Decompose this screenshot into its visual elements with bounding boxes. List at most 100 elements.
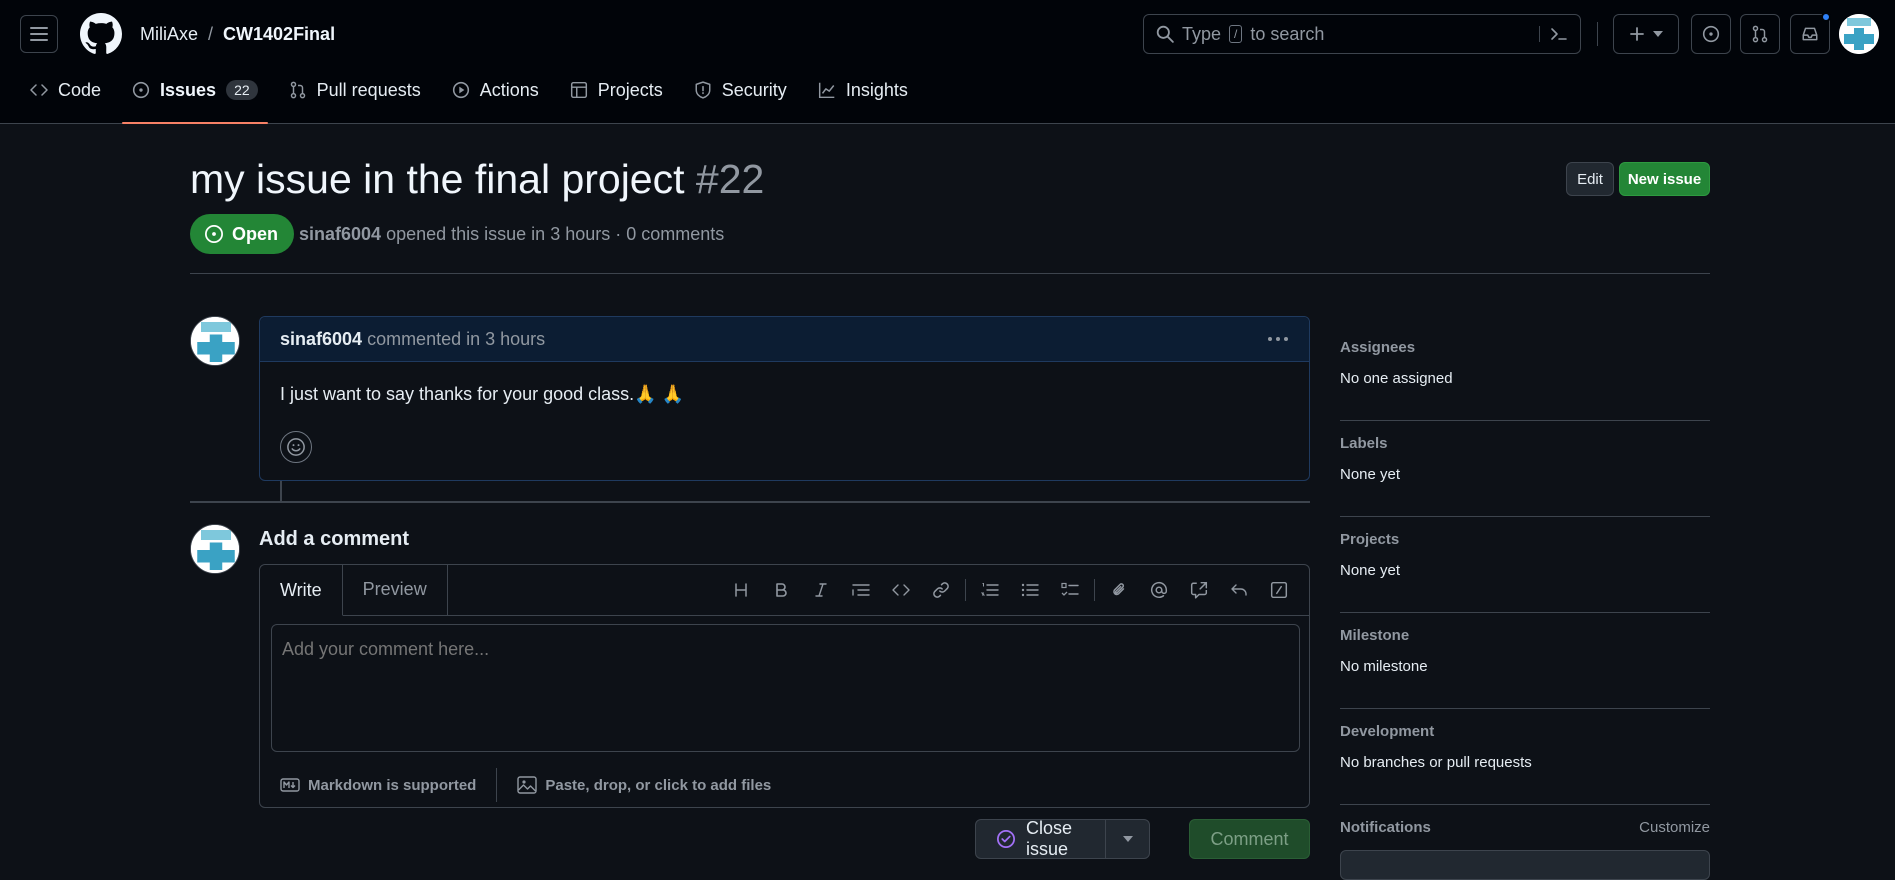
tab-label: Actions: [479, 79, 539, 100]
tab-insights[interactable]: Insights: [808, 67, 918, 123]
breadcrumb-separator: /: [208, 23, 214, 44]
repo-owner-link[interactable]: MiliAxe: [140, 24, 198, 45]
sidebar-heading[interactable]: Assignees: [1340, 339, 1710, 356]
graph-icon: [818, 81, 836, 99]
paperclip-icon[interactable]: [1099, 573, 1139, 607]
ordered-list-icon[interactable]: [970, 573, 1010, 607]
triangle-down-icon: [1122, 836, 1133, 842]
sidebar-value: No branches or pull requests: [1340, 754, 1532, 771]
play-icon: [452, 81, 470, 99]
add-reaction-button[interactable]: [280, 431, 312, 463]
issues-shortcut-button[interactable]: [1691, 14, 1731, 54]
new-issue-button[interactable]: New issue: [1619, 162, 1710, 196]
mention-icon[interactable]: [1139, 573, 1179, 607]
tab-label: Security: [721, 79, 787, 100]
subscribe-button[interactable]: [1340, 850, 1710, 880]
repo-name-link[interactable]: CW1402Final: [223, 24, 335, 45]
heading-icon[interactable]: [721, 573, 761, 607]
sidebar-value: No one assigned: [1340, 370, 1453, 387]
menu-button[interactable]: [20, 15, 58, 53]
comment-body: I just want to say thanks for your good …: [280, 384, 684, 404]
search-input[interactable]: Type / to search: [1143, 14, 1581, 54]
tab-projects[interactable]: Projects: [560, 67, 673, 123]
status-badge: Open: [190, 214, 295, 254]
smiley-icon: [286, 437, 306, 457]
footer-divider: [496, 768, 498, 802]
shield-icon: [694, 81, 712, 99]
tab-label: Insights: [845, 79, 908, 100]
customize-notifications-link[interactable]: Customize: [1639, 819, 1710, 836]
toolbar-divider: [965, 579, 966, 601]
editor-footer: Markdown is supported Paste, drop, or cl…: [260, 763, 1309, 807]
issue-closed-icon: [996, 829, 1016, 849]
close-issue-button[interactable]: Close issue: [976, 818, 1105, 860]
tab-security[interactable]: Security: [684, 67, 797, 123]
comment-submit-button[interactable]: Comment: [1189, 819, 1310, 859]
sidebar-heading[interactable]: Milestone: [1340, 627, 1710, 644]
sidebar-heading: Notifications Customize: [1340, 819, 1710, 836]
tab-write[interactable]: Write: [260, 565, 343, 616]
timeline-divider: [190, 501, 1310, 503]
sidebar-milestone: Milestone No milestone: [1340, 613, 1710, 709]
slash-command-icon[interactable]: [1259, 573, 1299, 607]
markdown-icon: [280, 778, 300, 792]
close-issue-options-button[interactable]: [1105, 820, 1149, 858]
git-pull-request-icon: [289, 81, 307, 99]
header-divider: [1597, 22, 1598, 46]
comment-author-avatar[interactable]: [190, 316, 240, 366]
repo-navigation: Code Issues 22 Pull requests Actions Pro…: [0, 68, 1895, 124]
tasklist-icon[interactable]: [1050, 573, 1090, 607]
notification-indicator: [1821, 12, 1831, 22]
issue-sidebar: Assignees No one assigned Labels None ye…: [1340, 325, 1710, 880]
sidebar-heading[interactable]: Labels: [1340, 435, 1710, 452]
pull-requests-shortcut-button[interactable]: [1740, 14, 1780, 54]
tab-pull-requests[interactable]: Pull requests: [279, 67, 431, 123]
header-divider-line: [190, 273, 1710, 274]
sidebar-assignees: Assignees No one assigned: [1340, 325, 1710, 421]
markdown-help-link[interactable]: Markdown is supported: [280, 777, 476, 794]
table-icon: [570, 81, 588, 99]
tab-preview[interactable]: Preview: [343, 564, 448, 615]
reply-icon[interactable]: [1219, 573, 1259, 607]
breadcrumb: MiliAxe / CW1402Final: [140, 24, 335, 45]
kebab-horizontal-icon[interactable]: [1267, 336, 1289, 342]
search-shortcut-key: /: [1229, 25, 1243, 43]
status-label: Open: [232, 223, 279, 244]
code-icon[interactable]: [881, 573, 921, 607]
comment-textarea[interactable]: [271, 624, 1300, 752]
sidebar-value: None yet: [1340, 466, 1401, 483]
current-user-avatar[interactable]: [190, 524, 240, 574]
notifications-heading: Notifications: [1340, 819, 1431, 836]
unordered-list-icon[interactable]: [1010, 573, 1050, 607]
quote-icon[interactable]: [841, 573, 881, 607]
comment-author-link[interactable]: sinaf6004: [280, 329, 362, 350]
sidebar-notifications: Notifications Customize: [1340, 805, 1710, 880]
issue-meta-text: opened this issue in 3 hours · 0 comment…: [386, 224, 725, 244]
sidebar-heading[interactable]: Projects: [1340, 531, 1710, 548]
italic-icon[interactable]: [801, 573, 841, 607]
edit-title-button[interactable]: Edit: [1566, 162, 1614, 196]
plus-icon: [1629, 26, 1645, 42]
link-icon[interactable]: [921, 573, 961, 607]
inbox-icon: [1801, 25, 1819, 43]
user-avatar[interactable]: [1839, 14, 1879, 54]
issue-opened-icon: [132, 81, 150, 99]
tab-actions[interactable]: Actions: [442, 67, 549, 123]
tab-issues[interactable]: Issues 22: [122, 67, 268, 124]
tab-code[interactable]: Code: [20, 67, 111, 123]
create-new-button[interactable]: [1613, 14, 1679, 54]
issue-author-link[interactable]: sinaf6004: [299, 224, 381, 244]
tab-label: Projects: [597, 79, 663, 100]
github-logo-icon[interactable]: [80, 13, 122, 55]
bold-icon[interactable]: [761, 573, 801, 607]
sidebar-heading[interactable]: Development: [1340, 723, 1710, 740]
attach-files-button[interactable]: Paste, drop, or click to add files: [517, 776, 771, 794]
issues-count-badge: 22: [226, 80, 258, 100]
attach-note: Paste, drop, or click to add files: [545, 776, 772, 794]
comment-editor: Write Preview Markdown is supported: [259, 564, 1310, 808]
issue-comment: sinaf6004 commented in 3 hours I just wa…: [259, 316, 1310, 481]
command-palette-icon[interactable]: [1539, 26, 1568, 42]
comment-time[interactable]: commented in 3 hours: [367, 329, 545, 350]
close-issue-label: Close issue: [1026, 818, 1073, 859]
cross-reference-icon[interactable]: [1179, 573, 1219, 607]
